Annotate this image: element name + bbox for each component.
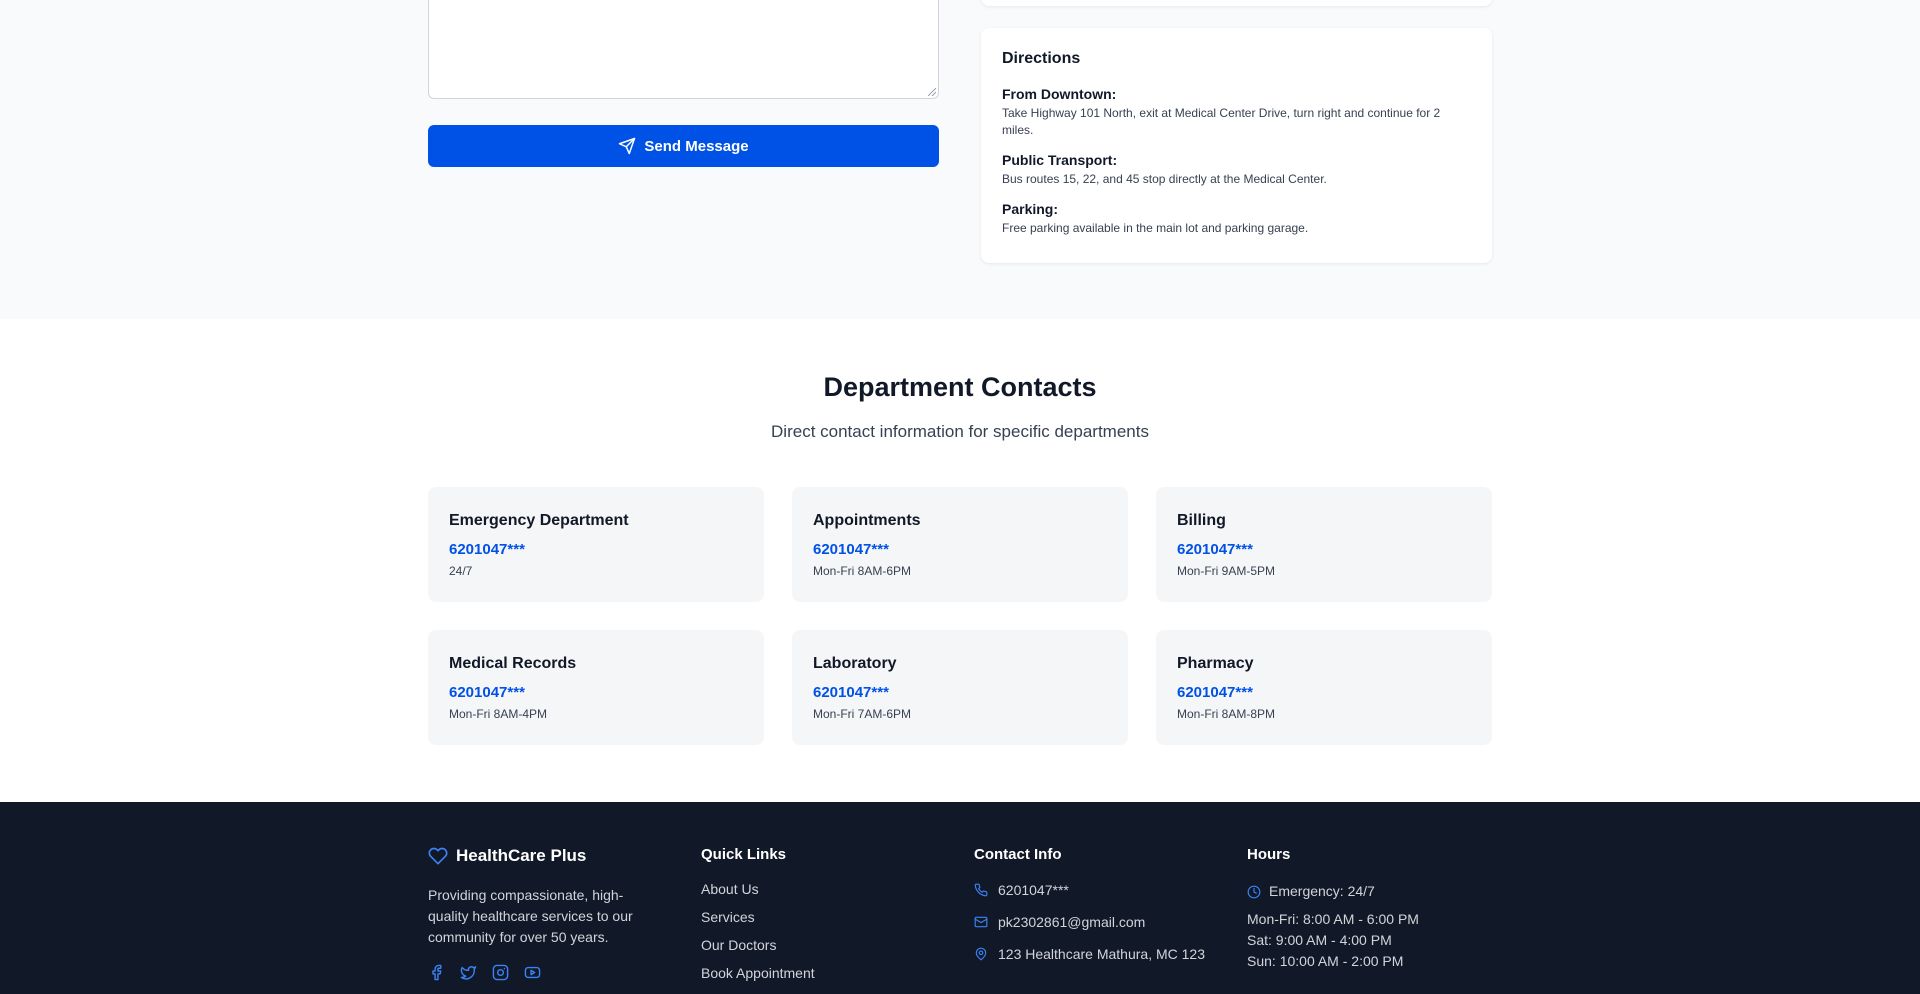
contact-address: 123 Healthcare Mathura, MC 123 (974, 945, 1205, 963)
footer-brand[interactable]: HealthCare Plus (428, 846, 658, 866)
footer-link-book-appointment[interactable]: Book Appointment (701, 965, 815, 983)
direction-item: Public Transport: Bus routes 15, 22, and… (1002, 152, 1471, 188)
direction-label: From Downtown: (1002, 86, 1117, 102)
footer: HealthCare Plus Providing compassionate,… (0, 802, 1920, 994)
hours-sunday: Sun: 10:00 AM - 2:00 PM (1247, 953, 1404, 969)
footer-link-our-doctors[interactable]: Our Doctors (701, 937, 815, 955)
brand-name: HealthCare Plus (456, 846, 587, 865)
department-card-pharmacy: Pharmacy 6201047*** Mon-Fri 8AM-8PM (1156, 630, 1492, 745)
footer-contact-column: Contact Info 6201047*** pk2302861@gmail.… (974, 846, 1205, 977)
department-hours: Mon-Fri 7AM-6PM (813, 707, 912, 721)
hours-title: Hours (1247, 846, 1291, 863)
footer-quick-links-column: Quick Links About Us Services Our Doctor… (701, 846, 815, 993)
department-phone-link[interactable]: 6201047*** (1177, 684, 1471, 701)
twitter-icon[interactable] (460, 964, 477, 981)
mail-icon (974, 916, 988, 928)
info-card (981, 0, 1492, 6)
department-hours: Mon-Fri 8AM-4PM (449, 707, 548, 721)
directions-card: Directions From Downtown: Take Highway 1… (981, 28, 1492, 263)
quick-links-title: Quick Links (701, 846, 787, 863)
department-name: Pharmacy (1177, 655, 1254, 672)
department-contacts-subtitle: Direct contact information for specific … (771, 422, 1149, 441)
department-contacts-title: Department Contacts (823, 372, 1097, 402)
contact-email[interactable]: pk2302861@gmail.com (974, 913, 1205, 931)
footer-link-services[interactable]: Services (701, 909, 815, 927)
send-message-button[interactable]: Send Message (428, 125, 939, 167)
direction-label: Parking: (1002, 201, 1059, 217)
footer-link-about-us[interactable]: About Us (701, 881, 815, 899)
department-hours: Mon-Fri 8AM-6PM (813, 564, 912, 578)
resize-handle[interactable] (928, 88, 936, 96)
department-card-emergency: Emergency Department 6201047*** 24/7 (428, 487, 764, 602)
brand-description: Providing compassionate, high-quality he… (428, 887, 633, 945)
send-icon (619, 137, 636, 155)
hours-emergency-text: Emergency: 24/7 (1269, 883, 1375, 899)
department-card-medical-records: Medical Records 6201047*** Mon-Fri 8AM-4… (428, 630, 764, 745)
department-phone-link[interactable]: 6201047*** (449, 541, 743, 558)
send-message-label: Send Message (644, 137, 749, 155)
contact-phone-text: 6201047*** (998, 882, 1069, 898)
department-name: Appointments (813, 512, 921, 529)
department-phone-link[interactable]: 6201047*** (1177, 541, 1471, 558)
youtube-icon[interactable] (524, 964, 541, 981)
phone-icon (974, 883, 988, 897)
facebook-icon[interactable] (428, 964, 445, 981)
direction-label: Public Transport: (1002, 152, 1118, 168)
footer-brand-column: HealthCare Plus Providing compassionate,… (428, 846, 658, 981)
hours-weekday: Mon-Fri: 8:00 AM - 6:00 PM (1247, 911, 1419, 927)
contact-phone[interactable]: 6201047*** (974, 881, 1205, 899)
direction-item: From Downtown: Take Highway 101 North, e… (1002, 86, 1471, 139)
department-phone-link[interactable]: 6201047*** (449, 684, 743, 701)
department-phone-link[interactable]: 6201047*** (813, 684, 1107, 701)
heart-icon (428, 847, 448, 865)
instagram-icon[interactable] (492, 964, 509, 981)
contact-address-text: 123 Healthcare Mathura, MC 123 (998, 946, 1205, 962)
social-links (428, 964, 658, 981)
directions-title: Directions (1002, 50, 1081, 67)
department-card-billing: Billing 6201047*** Mon-Fri 9AM-5PM (1156, 487, 1492, 602)
direction-item: Parking: Free parking available in the m… (1002, 201, 1471, 237)
department-hours: 24/7 (449, 564, 473, 578)
department-card-laboratory: Laboratory 6201047*** Mon-Fri 7AM-6PM (792, 630, 1128, 745)
direction-text: Take Highway 101 North, exit at Medical … (1002, 106, 1441, 137)
map-pin-icon (975, 947, 987, 961)
department-name: Emergency Department (449, 512, 629, 529)
department-hours: Mon-Fri 9AM-5PM (1177, 564, 1276, 578)
hours-emergency: Emergency: 24/7 (1247, 881, 1419, 902)
department-name: Laboratory (813, 655, 897, 672)
contact-section: Send Message Directions From Downtown: T… (0, 0, 1920, 319)
footer-hours-column: Hours Emergency: 24/7 Mon-Fri: 8:00 AM -… (1247, 846, 1419, 972)
direction-text: Bus routes 15, 22, and 45 stop directly … (1002, 172, 1327, 186)
department-card-appointments: Appointments 6201047*** Mon-Fri 8AM-6PM (792, 487, 1128, 602)
contact-email-text: pk2302861@gmail.com (998, 914, 1146, 930)
department-phone-link[interactable]: 6201047*** (813, 541, 1107, 558)
department-name: Medical Records (449, 655, 577, 672)
hours-saturday: Sat: 9:00 AM - 4:00 PM (1247, 932, 1392, 948)
department-hours: Mon-Fri 8AM-8PM (1177, 707, 1276, 721)
department-name: Billing (1177, 512, 1226, 529)
message-textarea[interactable] (428, 0, 939, 99)
clock-icon (1247, 885, 1261, 898)
direction-text: Free parking available in the main lot a… (1002, 221, 1309, 235)
contact-info-title: Contact Info (974, 846, 1062, 863)
